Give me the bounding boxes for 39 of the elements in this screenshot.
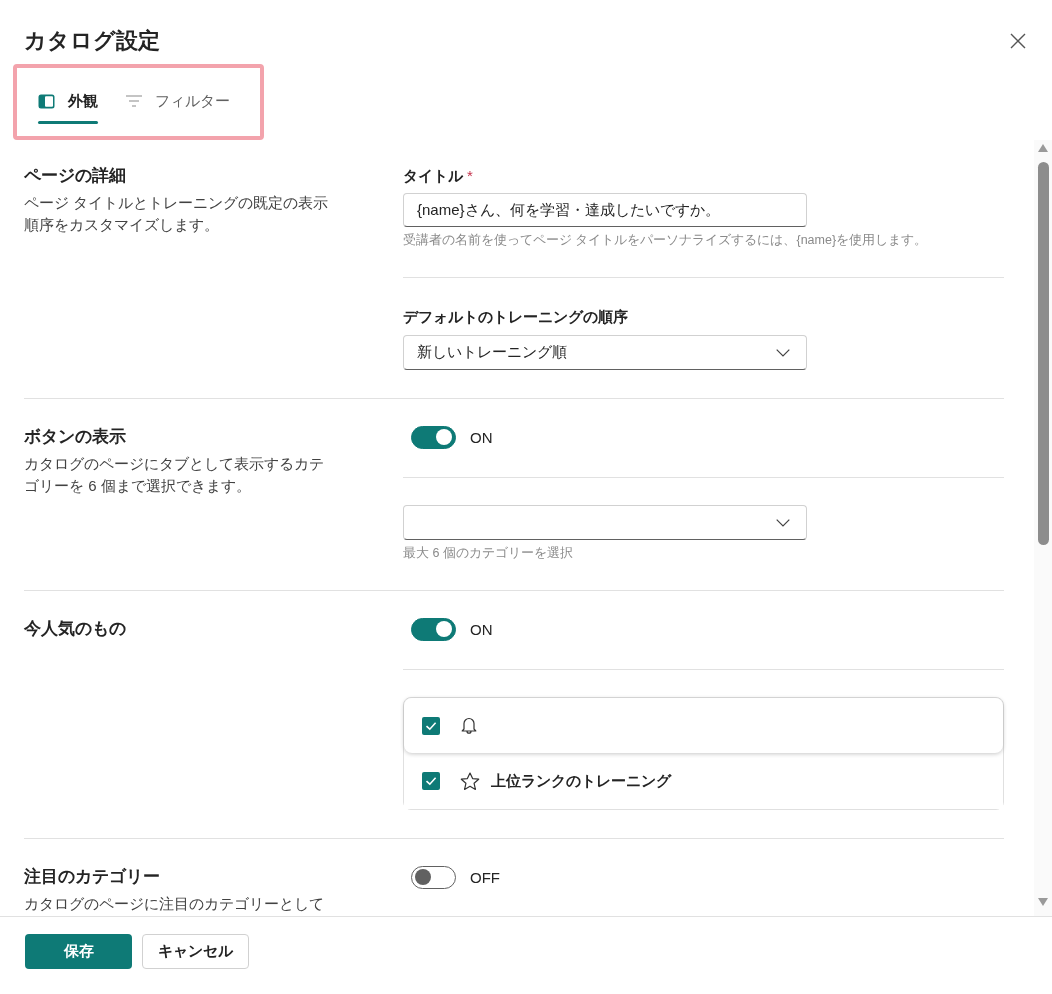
section-heading: 今人気のもの xyxy=(24,618,127,640)
tab[interactable]: フィルター xyxy=(126,90,230,124)
required-mark: * xyxy=(467,166,473,186)
scrollbar-thumb[interactable] xyxy=(1037,162,1049,545)
field-label: タイトル xyxy=(403,166,463,186)
star-icon xyxy=(460,771,480,791)
toggle-switch[interactable] xyxy=(411,617,456,641)
toggle-state-label: ON xyxy=(470,620,493,638)
filter-icon xyxy=(126,95,142,107)
list-item-label: 上位ランクのトレーニング xyxy=(491,771,671,791)
section-description: カタログのページにタブとして表示するカテゴリーを 6 個まで選択できます。 xyxy=(24,454,325,496)
scroll-down-icon[interactable] xyxy=(1038,898,1048,906)
tab[interactable]: 外観 xyxy=(38,90,98,124)
toggle-state-label: OFF xyxy=(470,868,500,886)
section-heading: ボタンの表示 xyxy=(24,426,127,448)
dropdown[interactable] xyxy=(403,505,807,540)
field-hint: 受講者の名前を使ってページ タイトルをパーソナライズするには、{name}を使用します。 xyxy=(403,232,928,249)
chevron-down-icon xyxy=(776,348,790,357)
dropdown[interactable]: 新しいトレーニング順 xyxy=(403,335,807,370)
toggle-switch[interactable] xyxy=(411,425,456,449)
checkbox[interactable] xyxy=(422,716,440,735)
section-description: ページ タイトルとトレーニングの既定の表示順序をカスタマイズします。 xyxy=(24,193,330,235)
save-button[interactable]: 保存 xyxy=(25,934,132,969)
close-icon[interactable] xyxy=(1010,33,1026,49)
section-description: カタログのページに注目のカテゴリーとして xyxy=(24,894,325,914)
toggle-state-label: ON xyxy=(470,428,493,446)
text-field[interactable]: {name}さん、何を学習・達成したいですか。 xyxy=(403,193,807,227)
layout-icon xyxy=(38,93,55,109)
field-hint: 最大 6 個のカテゴリーを選択 xyxy=(403,545,573,562)
toggle-switch[interactable] xyxy=(411,865,456,889)
chevron-down-icon xyxy=(776,518,790,527)
bell-icon xyxy=(460,716,478,735)
checkbox[interactable] xyxy=(422,772,440,790)
section-heading: ページの詳細 xyxy=(24,165,127,187)
dialog-title: カタログ設定 xyxy=(24,28,160,54)
field-label: デフォルトのトレーニングの順序 xyxy=(403,307,628,327)
scroll-up-icon[interactable] xyxy=(1038,144,1048,152)
section-heading: 注目のカテゴリー xyxy=(24,866,161,888)
cancel-button[interactable]: キャンセル xyxy=(142,934,249,969)
